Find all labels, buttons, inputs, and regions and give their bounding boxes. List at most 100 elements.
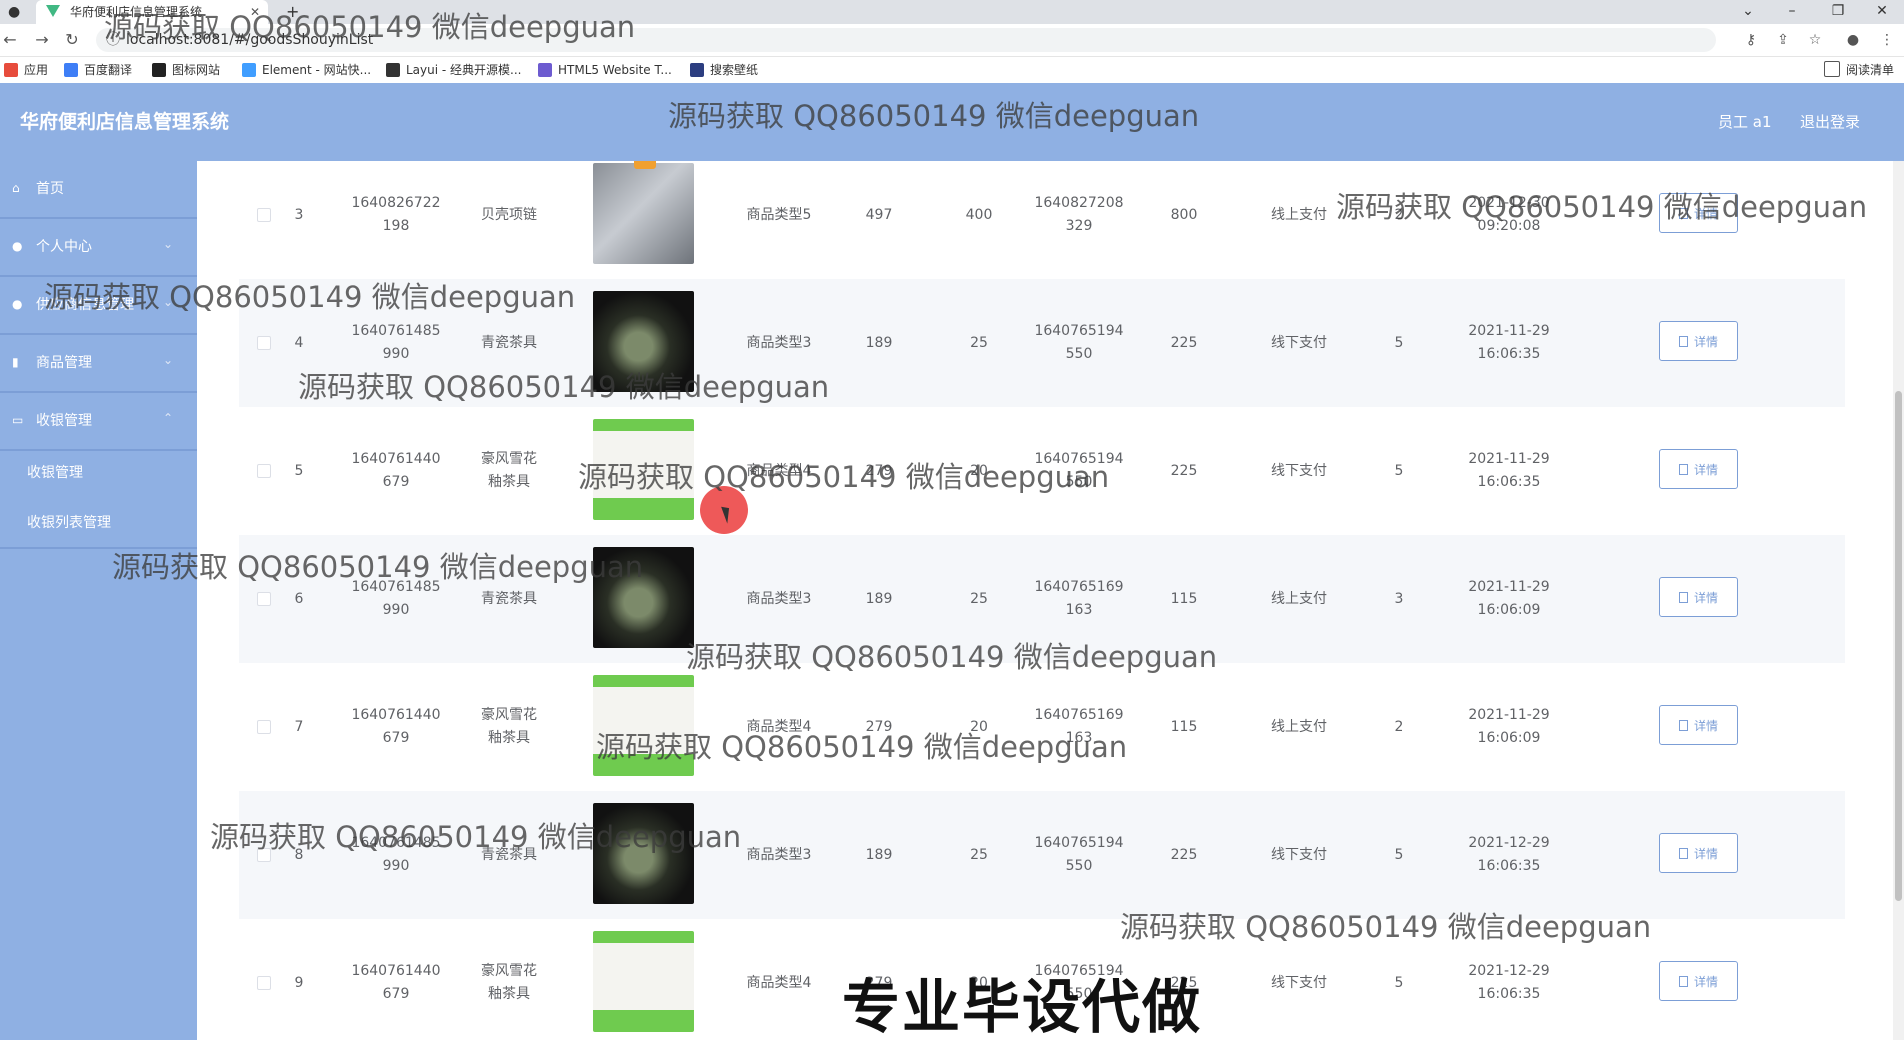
element-icon <box>242 63 256 77</box>
cell-index: 3 <box>294 206 304 223</box>
cell-goods-id: 1640761440 679 <box>351 963 441 1002</box>
bookmark-apps[interactable]: 应用 <box>4 61 48 79</box>
cell-quantity: 25 <box>970 846 988 863</box>
table-top-edge <box>239 161 1845 169</box>
chevron-down-icon: ⌄ <box>162 237 173 251</box>
cell-goods-id: 1640761440 679 <box>351 707 441 746</box>
detail-button[interactable]: 详情 <box>1659 449 1738 489</box>
logout-link[interactable]: 退出登录 <box>1800 83 1860 161</box>
share-icon[interactable]: ⇪ <box>1774 31 1792 49</box>
browser-menu-icon[interactable]: ● <box>8 4 20 20</box>
sidebar-item-cashier[interactable]: ▭ 收银管理 ⌃ <box>0 393 197 451</box>
cell-count: 2 <box>1394 718 1404 735</box>
cell-goods-name: 豪风雪花 釉茶具 <box>481 707 537 746</box>
tab-search-icon[interactable]: ⌄ <box>1726 0 1770 24</box>
cell-index: 5 <box>294 462 304 479</box>
sidebar-item-personal-center[interactable]: ● 个人中心 ⌄ <box>0 219 197 277</box>
cell-index: 9 <box>294 974 304 991</box>
document-icon <box>1678 335 1688 347</box>
detail-label: 详情 <box>1693 334 1718 349</box>
detail-label: 详情 <box>1693 718 1718 733</box>
more-icon[interactable]: ⋮ <box>1878 31 1896 49</box>
star-icon[interactable]: ☆ <box>1806 31 1824 49</box>
cell-time: 2021-11-29 16:06:09 <box>1468 707 1550 746</box>
document-icon <box>1678 847 1688 859</box>
back-icon[interactable]: ← <box>0 30 20 50</box>
cell-time: 2021-11-29 16:06:35 <box>1468 451 1550 490</box>
bookmark-baidu-translate[interactable]: 百度翻译 <box>64 61 132 79</box>
detail-button[interactable]: 详情 <box>1659 961 1738 1001</box>
watermark: 源码获取 QQ86050149 微信deepguan <box>44 280 576 314</box>
cell-pay-type: 线下支付 <box>1271 462 1327 479</box>
cell-time: 2021-12-29 16:06:35 <box>1468 835 1550 874</box>
detail-button[interactable]: 详情 <box>1659 577 1738 617</box>
cell-time: 2021-11-29 16:06:35 <box>1468 323 1550 362</box>
cell-price: 497 <box>865 206 893 223</box>
html5-icon <box>538 63 552 77</box>
watermark: 源码获取 QQ86050149 微信deepguan <box>578 460 1110 494</box>
sidebar-item-home[interactable]: ⌂ 首页 <box>0 161 197 219</box>
profile-icon[interactable]: ● <box>1844 31 1862 49</box>
submenu-cashier[interactable]: 收银管理 <box>0 447 197 497</box>
submenu-cashier-list[interactable]: 收银列表管理 <box>0 497 197 549</box>
promo-banner: 专业毕设代做 <box>842 973 1203 1041</box>
cell-total: 225 <box>1170 846 1198 863</box>
row-checkbox[interactable] <box>257 976 271 990</box>
bookmark-element[interactable]: Element - 网站快... <box>242 61 371 79</box>
detail-button[interactable]: 详情 <box>1659 321 1738 361</box>
row-checkbox[interactable] <box>257 720 271 734</box>
watermark: 源码获取 QQ86050149 微信deepguan <box>668 99 1200 133</box>
minimize-icon[interactable]: – <box>1770 0 1814 24</box>
detail-button[interactable]: 详情 <box>1659 705 1738 745</box>
cell-goods-name: 豪风雪花 釉茶具 <box>481 963 537 1002</box>
key-icon[interactable]: ⚷ <box>1742 31 1760 49</box>
user-icon: ● <box>12 239 23 253</box>
translate-icon <box>64 63 78 77</box>
cell-goods-name: 贝壳项链 <box>481 206 537 223</box>
cell-goods-name: 豪风雪花 釉茶具 <box>481 451 537 490</box>
sidebar-item-goods[interactable]: ▮ 商品管理 ⌄ <box>0 335 197 393</box>
cell-price: 189 <box>865 846 893 863</box>
reading-list[interactable]: 阅读清单 <box>1824 61 1894 79</box>
page-scrollbar[interactable] <box>1893 161 1904 1040</box>
row-checkbox[interactable] <box>257 208 271 222</box>
forward-icon[interactable]: → <box>32 30 52 50</box>
bookmark-wallpaper[interactable]: 搜索壁纸 <box>690 61 758 79</box>
user-name: 员工 a1 <box>1718 113 1772 131</box>
bookmark-layui[interactable]: Layui - 经典开源模... <box>386 61 521 79</box>
cell-quantity: 25 <box>970 334 988 351</box>
document-icon <box>1678 975 1688 987</box>
reading-list-icon <box>1824 61 1840 77</box>
watermark: 源码获取 QQ86050149 微信deepguan <box>686 640 1218 674</box>
cell-goods-id: 1640826722 198 <box>351 195 441 234</box>
scrollbar-thumb[interactable] <box>1895 391 1902 901</box>
cell-order-no: 1640765194 550 <box>1034 835 1124 874</box>
cell-price: 189 <box>865 334 893 351</box>
row-checkbox[interactable] <box>257 592 271 606</box>
cell-count: 5 <box>1394 846 1404 863</box>
cell-pay-type: 线上支付 <box>1271 206 1327 223</box>
maximize-icon[interactable]: ❐ <box>1816 0 1860 24</box>
cell-total: 115 <box>1170 718 1198 735</box>
cell-time: 2021-11-29 16:06:09 <box>1468 579 1550 618</box>
close-window-icon[interactable]: ✕ <box>1860 0 1904 24</box>
row-checkbox[interactable] <box>257 336 271 350</box>
reload-icon[interactable]: ↻ <box>62 30 82 50</box>
cell-category: 商品类型3 <box>746 846 812 863</box>
cell-total: 225 <box>1170 462 1198 479</box>
cell-count: 5 <box>1394 334 1404 351</box>
home-icon: ⌂ <box>12 181 20 195</box>
product-image <box>593 163 694 264</box>
watermark: 源码获取 QQ86050149 微信deepguan <box>1336 190 1868 224</box>
detail-button[interactable]: 详情 <box>1659 833 1738 873</box>
bookmark-icon-site[interactable]: 图标网站 <box>152 61 220 79</box>
cell-index: 7 <box>294 718 304 735</box>
apps-grid-icon <box>4 63 18 77</box>
vue-logo-icon <box>46 5 60 17</box>
product-image <box>593 931 694 1032</box>
bookmark-html5[interactable]: HTML5 Website T... <box>538 61 672 79</box>
cell-total: 225 <box>1170 334 1198 351</box>
watermark: 源码获取 QQ86050149 微信deepguan <box>210 820 742 854</box>
site-icon <box>152 63 166 77</box>
row-checkbox[interactable] <box>257 464 271 478</box>
